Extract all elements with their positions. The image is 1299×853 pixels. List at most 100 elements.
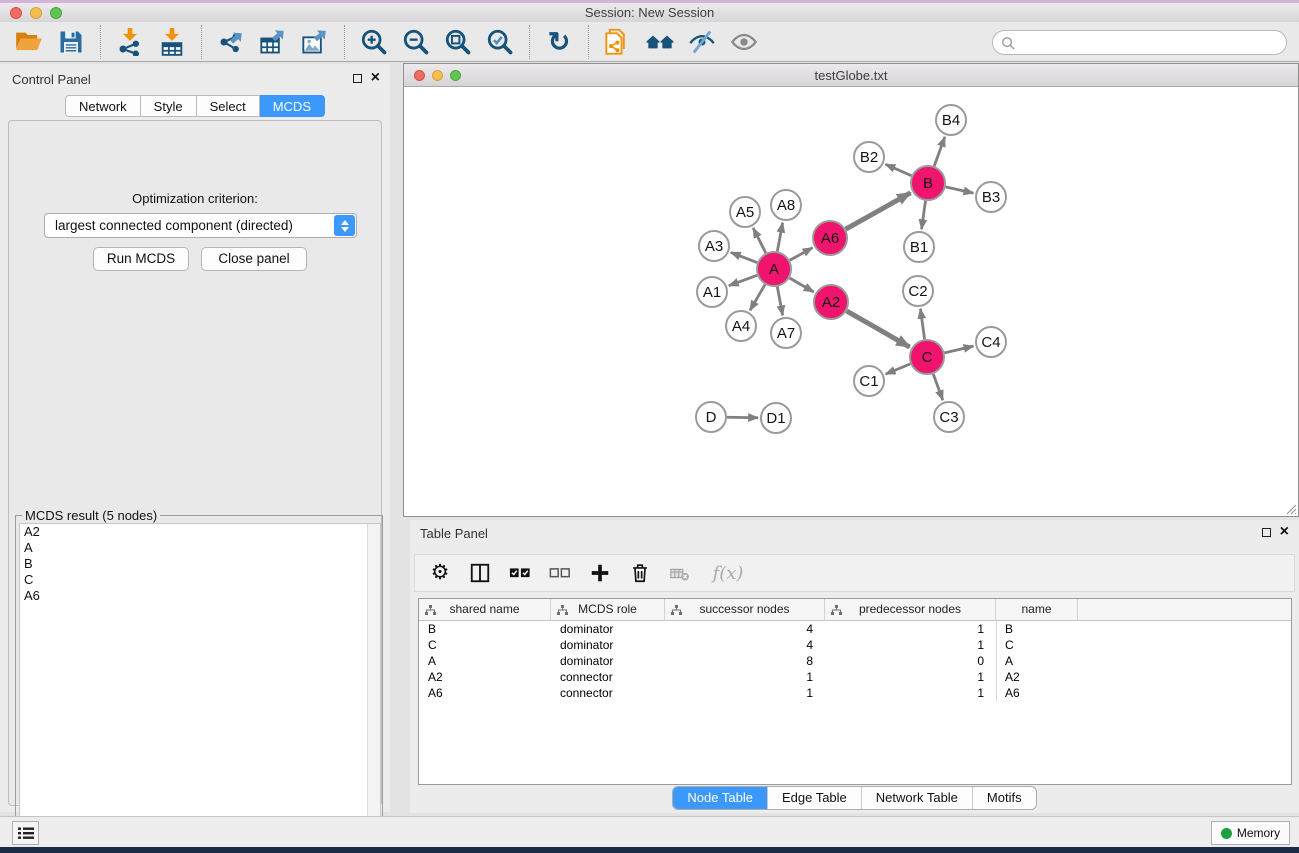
edge-A-A6[interactable] bbox=[790, 248, 813, 261]
zoom-fit-button[interactable] bbox=[437, 26, 479, 58]
column-header-shared-name[interactable]: shared name bbox=[419, 599, 551, 621]
zoom-in-button[interactable] bbox=[353, 26, 395, 58]
refresh-button[interactable]: ↻ bbox=[538, 26, 580, 58]
node-A1[interactable]: A1 bbox=[697, 277, 727, 307]
edge-A2-C[interactable] bbox=[847, 311, 910, 347]
edge-A-A2[interactable] bbox=[790, 278, 814, 292]
delete-column-button[interactable] bbox=[627, 561, 653, 585]
deselect-all-button[interactable] bbox=[547, 561, 573, 585]
resize-grip-icon[interactable] bbox=[1283, 501, 1297, 515]
float-panel-icon[interactable] bbox=[353, 74, 362, 83]
edge-B-B3[interactable] bbox=[946, 187, 974, 193]
edge-B-B1[interactable] bbox=[922, 201, 926, 229]
tab-network-table[interactable]: Network Table bbox=[862, 787, 973, 809]
import-network-button[interactable] bbox=[109, 26, 151, 58]
column-header-MCDS-role[interactable]: MCDS role bbox=[551, 599, 665, 621]
edge-B-B2[interactable] bbox=[885, 164, 911, 175]
node-B[interactable]: B bbox=[911, 166, 945, 200]
table-row[interactable]: A6connector11A6 bbox=[419, 685, 1291, 701]
edge-C-C1[interactable] bbox=[886, 364, 911, 374]
show-panels-button[interactable] bbox=[12, 821, 39, 845]
export-table-button[interactable] bbox=[252, 26, 294, 58]
tab-node-table[interactable]: Node Table bbox=[673, 787, 768, 809]
search-input[interactable] bbox=[1021, 32, 1276, 53]
new-network-from-file-button[interactable] bbox=[597, 26, 639, 58]
table-row[interactable]: A2connector11A2 bbox=[419, 669, 1291, 685]
table-row[interactable]: Adominator80A bbox=[419, 653, 1291, 669]
mcds-result-item[interactable]: A2 bbox=[20, 524, 380, 540]
column-header-successor-nodes[interactable]: successor nodes bbox=[665, 599, 825, 621]
node-C1[interactable]: C1 bbox=[854, 366, 884, 396]
table-row[interactable]: Bdominator41B bbox=[419, 621, 1291, 637]
toggle-columns-button[interactable] bbox=[467, 561, 493, 585]
table-settings-button[interactable]: ⚙ bbox=[427, 561, 453, 585]
node-D1[interactable]: D1 bbox=[761, 403, 791, 433]
edge-C-C4[interactable] bbox=[945, 346, 974, 353]
import-table-button[interactable] bbox=[151, 26, 193, 58]
node-A3[interactable]: A3 bbox=[699, 231, 729, 261]
delete-table-button[interactable] bbox=[667, 561, 693, 585]
close-panel-icon[interactable]: × bbox=[371, 73, 380, 83]
node-A4[interactable]: A4 bbox=[726, 311, 756, 341]
close-panel-icon[interactable]: × bbox=[1280, 527, 1289, 537]
float-panel-icon[interactable] bbox=[1262, 528, 1271, 537]
tab-style[interactable]: Style bbox=[141, 95, 197, 117]
table-row[interactable]: Cdominator41C bbox=[419, 637, 1291, 653]
mcds-result-item[interactable]: B bbox=[20, 556, 380, 572]
criterion-select[interactable]: largest connected component (directed) bbox=[44, 213, 357, 238]
edge-C-C3[interactable] bbox=[933, 374, 943, 400]
layout-home-button[interactable] bbox=[639, 26, 681, 58]
node-B2[interactable]: B2 bbox=[854, 142, 884, 172]
network-canvas[interactable]: A A1 A2 A3 A4 A5 A6 A7 A8 B B1 B2 B3 B4 C C1 C2 C3 C4 D D1 bbox=[404, 87, 1298, 516]
node-D[interactable]: D bbox=[696, 402, 726, 432]
save-session-button[interactable] bbox=[50, 26, 92, 58]
node-C[interactable]: C bbox=[910, 340, 944, 374]
edge-A-A8[interactable] bbox=[777, 223, 782, 252]
zoom-out-button[interactable] bbox=[395, 26, 437, 58]
node-A[interactable]: A bbox=[757, 252, 791, 286]
node-A5[interactable]: A5 bbox=[730, 197, 760, 227]
export-network-button[interactable] bbox=[210, 26, 252, 58]
node-B1[interactable]: B1 bbox=[904, 232, 934, 262]
node-A7[interactable]: A7 bbox=[771, 318, 801, 348]
mcds-result-item[interactable]: C bbox=[20, 572, 380, 588]
tab-mcds[interactable]: MCDS bbox=[260, 95, 325, 117]
edge-A6-B[interactable] bbox=[846, 193, 911, 229]
select-all-button[interactable] bbox=[507, 561, 533, 585]
network-window-titlebar[interactable]: testGlobe.txt bbox=[404, 64, 1298, 87]
function-builder-button[interactable]: f(x) bbox=[707, 561, 749, 585]
run-mcds-button[interactable]: Run MCDS bbox=[93, 247, 189, 271]
zoom-selected-button[interactable] bbox=[479, 26, 521, 58]
hide-graphics-details-button[interactable] bbox=[681, 26, 723, 58]
show-graphics-details-button[interactable] bbox=[723, 26, 765, 58]
tab-network[interactable]: Network bbox=[65, 95, 141, 117]
close-panel-button[interactable]: Close panel bbox=[201, 247, 307, 271]
export-image-button[interactable] bbox=[294, 26, 336, 58]
mcds-result-list[interactable]: A2ABCA6 bbox=[19, 523, 381, 853]
edge-A-A7[interactable] bbox=[777, 287, 782, 316]
node-A6[interactable]: A6 bbox=[813, 221, 847, 255]
mcds-result-item[interactable]: A6 bbox=[20, 588, 380, 604]
scrollbar-track[interactable] bbox=[367, 524, 380, 853]
column-header-predecessor-nodes[interactable]: predecessor nodes bbox=[825, 599, 996, 621]
open-file-button[interactable] bbox=[8, 26, 50, 58]
node-C3[interactable]: C3 bbox=[934, 402, 964, 432]
edge-A-A4[interactable] bbox=[750, 285, 765, 311]
node-B3[interactable]: B3 bbox=[976, 182, 1006, 212]
edge-A-A5[interactable] bbox=[753, 228, 766, 253]
memory-button[interactable]: Memory bbox=[1211, 821, 1290, 845]
edge-A-A3[interactable] bbox=[731, 252, 757, 262]
column-header-name[interactable]: name bbox=[996, 599, 1078, 621]
tab-motifs[interactable]: Motifs bbox=[973, 787, 1036, 809]
tab-edge-table[interactable]: Edge Table bbox=[768, 787, 862, 809]
edge-C-C2[interactable] bbox=[920, 309, 924, 339]
node-C4[interactable]: C4 bbox=[976, 327, 1006, 357]
node-A2[interactable]: A2 bbox=[814, 285, 848, 319]
mcds-result-item[interactable]: A bbox=[20, 540, 380, 556]
node-B4[interactable]: B4 bbox=[936, 105, 966, 135]
node-A8[interactable]: A8 bbox=[771, 190, 801, 220]
add-column-button[interactable] bbox=[587, 561, 613, 585]
tab-select[interactable]: Select bbox=[197, 95, 260, 117]
node-C2[interactable]: C2 bbox=[903, 276, 933, 306]
edge-A-A1[interactable] bbox=[729, 275, 757, 285]
